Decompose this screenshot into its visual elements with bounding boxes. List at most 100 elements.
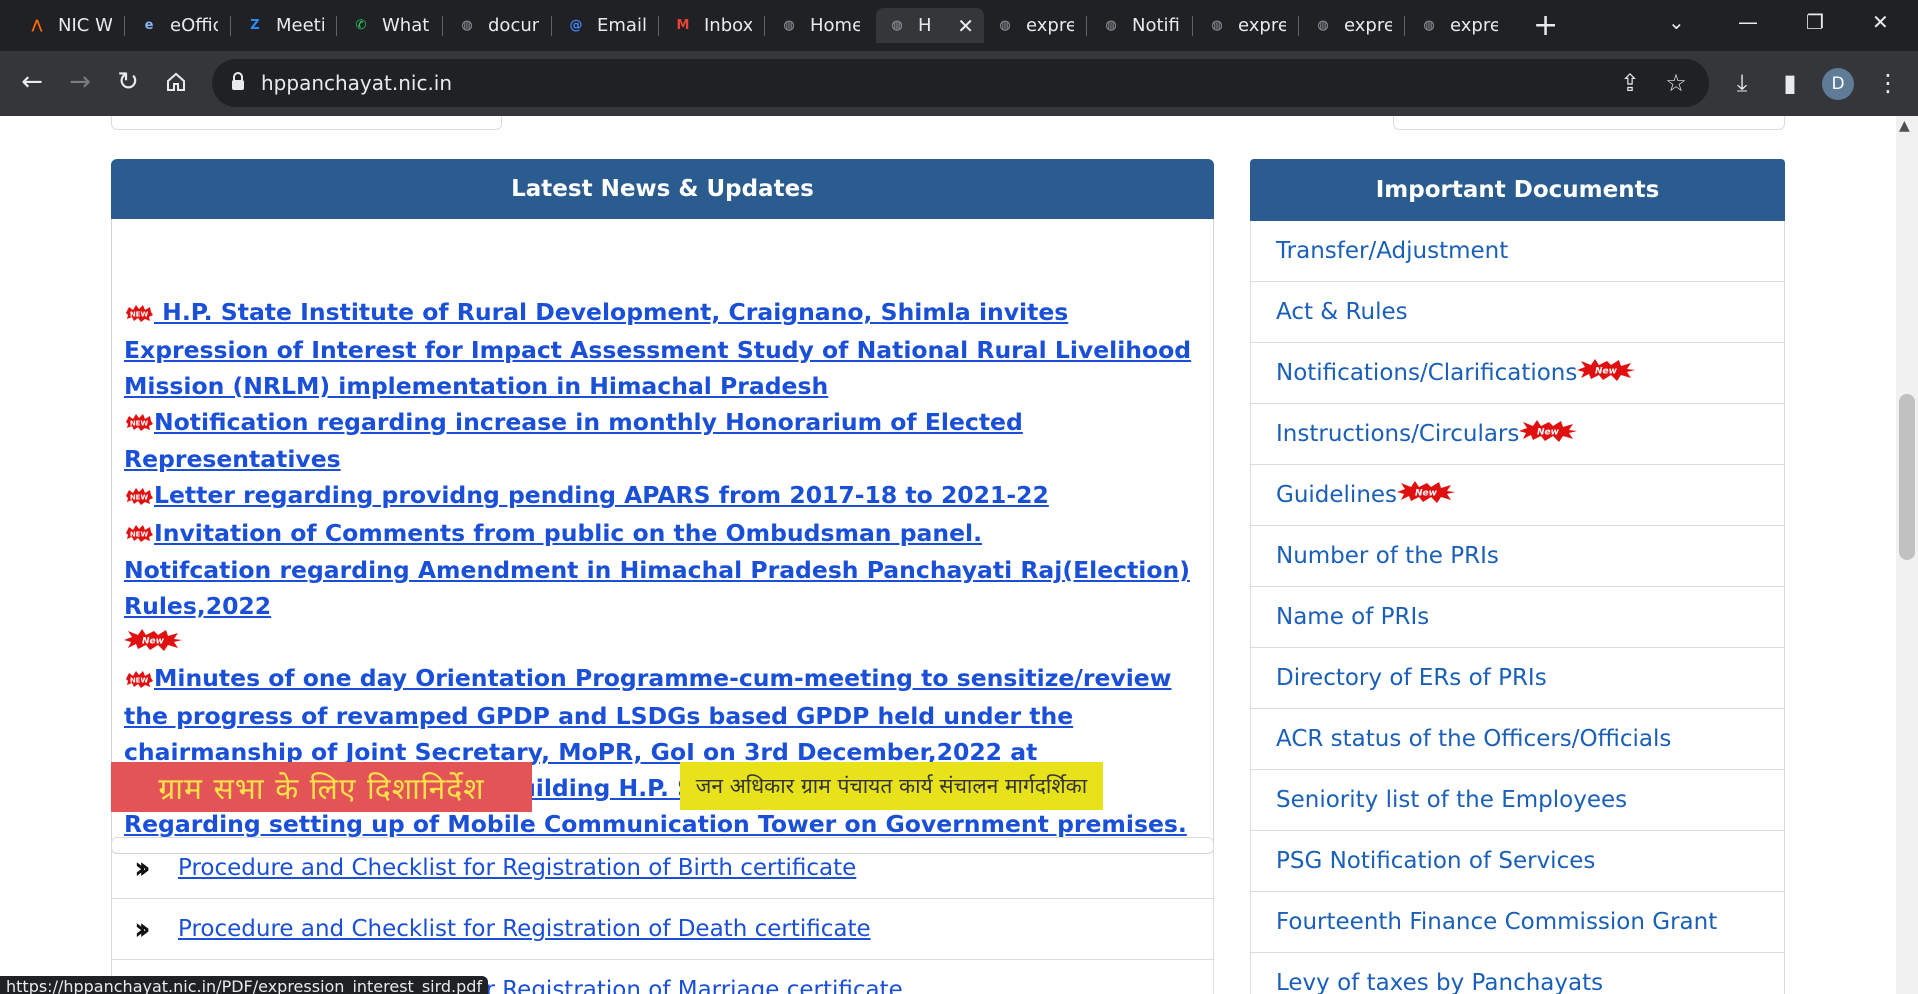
news-item-link[interactable]: NEW Notification regarding increase in mo…: [124, 404, 1199, 478]
new-star-badge-icon: New: [124, 629, 182, 655]
news-item-text: Notification regarding increase in month…: [124, 407, 1023, 474]
browser-tab[interactable]: ◍ expre: [1196, 8, 1296, 43]
home-icon[interactable]: [158, 65, 194, 102]
browser-tab[interactable]: ◍ expre: [1302, 8, 1402, 43]
tab-strip: + ⌄ — ❐ ✕ ⋀ NIC W e eOffic Z Meeti ✆ Whats ◍ docu…: [0, 0, 1918, 51]
document-link[interactable]: Guidelines New: [1251, 465, 1784, 526]
browser-tab[interactable]: @ Email: [555, 8, 656, 43]
jan-adhikar-guide-banner[interactable]: जन अधिकार ग्राम पंचायत कार्य संचालन मार्…: [680, 762, 1103, 810]
procedure-link[interactable]: Procedure and Checklist for Registration…: [178, 916, 871, 942]
new-badge-icon: NEW: [124, 479, 154, 515]
tab-title: expre: [1344, 15, 1392, 36]
document-link[interactable]: Instructions/Circulars New: [1251, 404, 1784, 465]
download-icon[interactable]: ⤓: [1724, 65, 1760, 101]
document-link-label: Act & Rules: [1276, 299, 1408, 325]
svg-text:New: New: [1595, 367, 1618, 377]
bookmark-star-icon[interactable]: ☆: [1658, 65, 1694, 101]
document-link[interactable]: Seniority list of the Employees: [1251, 770, 1784, 831]
tab-separator: [230, 16, 231, 36]
news-item-text: Regarding setting up of Mobile Communica…: [124, 809, 1187, 838]
svg-text:NEW: NEW: [130, 310, 149, 318]
procedure-link[interactable]: Procedure and Checklist for Registration…: [178, 855, 856, 881]
new-star-badge-icon: New: [1397, 481, 1456, 509]
browser-tab[interactable]: Z Meeti: [234, 8, 334, 43]
tab-separator: [1192, 16, 1193, 36]
close-window-icon[interactable]: ✕: [1872, 10, 1889, 34]
scroll-up-arrow-icon[interactable]: ▲: [1899, 118, 1910, 134]
news-item-link[interactable]: NEW Invitation of Comments from public on…: [124, 515, 1199, 553]
status-bar-url: https://hppanchayat.nic.in/PDF/expressio…: [0, 976, 489, 994]
gram-sabha-guidelines-banner[interactable]: ग्राम सभा के लिए दिशानिर्देश: [111, 762, 532, 812]
new-tab-button[interactable]: +: [1533, 8, 1558, 43]
document-link-label: Number of the PRIs: [1276, 543, 1499, 569]
svg-text:New: New: [1415, 489, 1438, 499]
new-badge-icon: NEW: [124, 662, 154, 698]
globe-icon: ◍: [1211, 18, 1223, 33]
new-badge-icon: NEW: [124, 405, 154, 441]
tab-separator: [1298, 16, 1299, 36]
document-link[interactable]: ACR status of the Officers/Officials: [1251, 709, 1784, 770]
news-item-text: Notifcation regarding Amendment in Himac…: [124, 556, 1190, 620]
svg-text:NEW: NEW: [130, 676, 149, 684]
document-link-label: Name of PRIs: [1276, 604, 1430, 630]
document-link[interactable]: Directory of ERs of PRIs: [1251, 648, 1784, 709]
minimize-icon[interactable]: —: [1738, 10, 1758, 34]
tab-separator: [442, 16, 443, 36]
document-link[interactable]: Name of PRIs: [1251, 587, 1784, 648]
document-link-label: Notifications/Clarifications: [1276, 360, 1578, 386]
document-link[interactable]: Notifications/Clarifications New: [1251, 343, 1784, 404]
tab-separator: [336, 16, 337, 36]
document-link[interactable]: Fourteenth Finance Commission Grant: [1251, 892, 1784, 953]
document-link[interactable]: Transfer/Adjustment: [1251, 221, 1784, 282]
eoffice-icon: e: [144, 18, 154, 33]
address-bar[interactable]: hppanchayat.nic.in ⇪ ☆: [212, 59, 1709, 107]
page-viewport: Latest News & Updates NEW H.P. State Ins…: [0, 116, 1918, 994]
tab-search-icon[interactable]: ⌄: [1668, 10, 1685, 34]
lock-icon[interactable]: [230, 71, 246, 97]
document-link[interactable]: Levy of taxes by Panchayats: [1251, 953, 1784, 994]
browser-tab[interactable]: ◍ Home: [768, 8, 870, 43]
zoom-icon: Z: [250, 18, 260, 33]
share-icon[interactable]: ⇪: [1612, 65, 1648, 101]
document-link-label: Guidelines: [1276, 482, 1398, 508]
browser-tab[interactable]: ✆ Whats: [340, 8, 440, 43]
news-item-link[interactable]: Notifcation regarding Amendment in Himac…: [124, 552, 1199, 624]
browser-tab[interactable]: e eOffic: [128, 8, 228, 43]
svg-text:NEW: NEW: [130, 493, 149, 501]
tab-title: expre: [1238, 15, 1286, 36]
profile-avatar[interactable]: D: [1822, 68, 1854, 100]
gmail-icon: M: [676, 18, 690, 33]
back-arrow-icon[interactable]: ←: [14, 65, 50, 99]
document-link[interactable]: Number of the PRIs: [1251, 526, 1784, 587]
browser-tab[interactable]: ◍ Notifi: [1090, 8, 1190, 43]
double-chevron-right-icon: ››: [134, 911, 151, 947]
reload-icon[interactable]: ↻: [110, 65, 146, 99]
forward-arrow-icon[interactable]: →: [62, 65, 98, 99]
tab-separator: [764, 16, 765, 36]
document-link-label: ACR status of the Officers/Officials: [1276, 726, 1672, 752]
tab-title: NIC W: [58, 15, 112, 36]
news-item-link[interactable]: NEW Letter regarding providng pending APA…: [124, 477, 1199, 515]
browser-tab[interactable]: ◍ expre: [1408, 8, 1508, 43]
side-panel-icon[interactable]: ▮: [1772, 65, 1808, 101]
browser-tab[interactable]: ⋀ NIC W: [16, 8, 122, 43]
browser-tab[interactable]: M Inbox: [662, 8, 762, 43]
menu-kebab-icon[interactable]: ⋮: [1870, 65, 1906, 101]
news-item-link[interactable]: NEW H.P. State Institute of Rural Develo…: [124, 294, 1199, 404]
browser-tab[interactable]: ◍ H ✕: [876, 8, 984, 43]
tab-separator: [124, 16, 125, 36]
globe-icon: ◍: [1317, 18, 1329, 33]
news-list: NEW H.P. State Institute of Rural Develo…: [124, 294, 1199, 842]
url-text[interactable]: hppanchayat.nic.in: [261, 71, 452, 95]
svg-text:New: New: [142, 637, 165, 647]
close-tab-icon[interactable]: ✕: [947, 14, 974, 38]
document-link[interactable]: PSG Notification of Services: [1251, 831, 1784, 892]
document-link-label: Levy of taxes by Panchayats: [1276, 970, 1604, 994]
scrollbar-thumb[interactable]: [1899, 394, 1915, 560]
svg-text:NEW: NEW: [130, 420, 149, 428]
browser-tab[interactable]: ◍ expre: [984, 8, 1084, 43]
browser-tab[interactable]: ◍ docun: [446, 8, 549, 43]
document-link[interactable]: Act & Rules: [1251, 282, 1784, 343]
restore-icon[interactable]: ❐: [1806, 10, 1824, 34]
tab-title: Inbox: [704, 15, 752, 36]
